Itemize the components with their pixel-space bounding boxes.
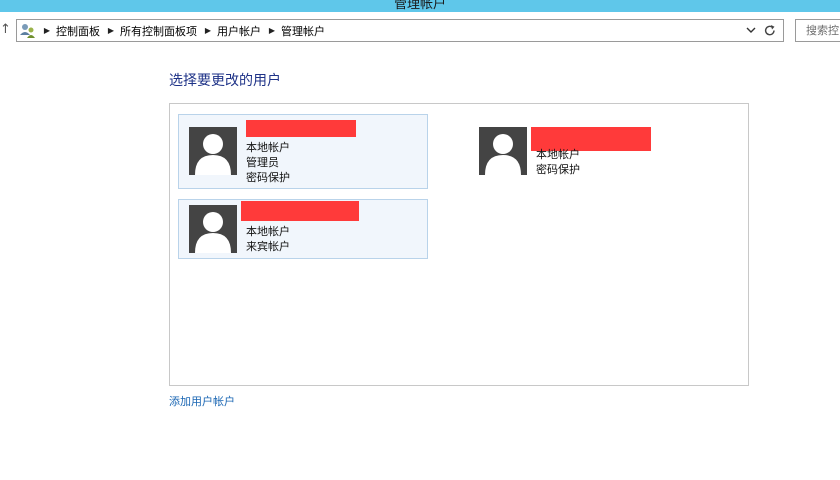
account-type: 本地帐户 — [536, 148, 580, 161]
account-type: 本地帐户 — [246, 141, 290, 154]
up-arrow-button[interactable]: ↑ — [0, 21, 11, 39]
account-type: 本地帐户 — [246, 225, 290, 238]
account-details: 本地帐户 管理员 密码保护 — [246, 140, 290, 185]
account-tile[interactable]: 本地帐户 来宾帐户 — [178, 199, 428, 259]
account-password-status: 密码保护 — [246, 171, 290, 184]
user-accounts-icon — [20, 24, 35, 38]
chevron-right-icon[interactable]: ▶ — [202, 26, 214, 35]
account-tile[interactable]: 本地帐户 管理员 密码保护 — [178, 114, 428, 189]
arrow-up-icon: ↑ — [0, 22, 11, 37]
navigation-bar: ↑ ▶ 控制面板 ▶ 所有控制面板项 ▶ 用户帐户 ▶ 管理帐户 — [0, 12, 840, 50]
chevron-right-icon[interactable]: ▶ — [105, 26, 117, 35]
account-name-redacted — [241, 201, 359, 221]
chevron-right-icon[interactable]: ▶ — [266, 26, 278, 35]
breadcrumb-control-panel[interactable]: 控制面板 — [53, 23, 105, 39]
search-box[interactable] — [795, 19, 840, 42]
breadcrumb-user-accounts[interactable]: 用户帐户 — [214, 23, 266, 39]
user-silhouette-icon — [189, 205, 237, 253]
account-name-redacted — [246, 120, 356, 137]
user-silhouette-icon — [189, 127, 237, 175]
account-details: 本地帐户 密码保护 — [536, 147, 580, 177]
add-user-account-link[interactable]: 添加用户帐户 — [169, 393, 235, 409]
search-input[interactable] — [796, 20, 840, 41]
window-title: 管理帐户 — [393, 0, 446, 12]
account-password-status: 密码保护 — [536, 163, 580, 176]
accounts-panel: 本地帐户 管理员 密码保护 本地帐户 密码保护 本地帐户 来宾帐户 — [169, 103, 749, 386]
account-tile[interactable]: 本地帐户 密码保护 — [468, 114, 718, 189]
refresh-icon[interactable] — [763, 23, 777, 38]
account-guest-label: 来宾帐户 — [246, 240, 290, 253]
chevron-right-icon[interactable]: ▶ — [41, 26, 53, 35]
account-details: 本地帐户 来宾帐户 — [246, 224, 290, 254]
breadcrumb-manage-accounts[interactable]: 管理帐户 — [278, 23, 330, 39]
chevron-down-icon[interactable] — [745, 23, 757, 38]
user-silhouette-icon — [479, 127, 527, 175]
breadcrumb: ▶ 控制面板 ▶ 所有控制面板项 ▶ 用户帐户 ▶ 管理帐户 — [41, 20, 330, 41]
breadcrumb-all-items[interactable]: 所有控制面板项 — [117, 23, 202, 39]
title-bar: 管理帐户 — [0, 0, 840, 12]
page-title: 选择要更改的用户 — [169, 73, 281, 89]
address-bar[interactable]: ▶ 控制面板 ▶ 所有控制面板项 ▶ 用户帐户 ▶ 管理帐户 — [16, 19, 784, 42]
account-role: 管理员 — [246, 156, 279, 169]
